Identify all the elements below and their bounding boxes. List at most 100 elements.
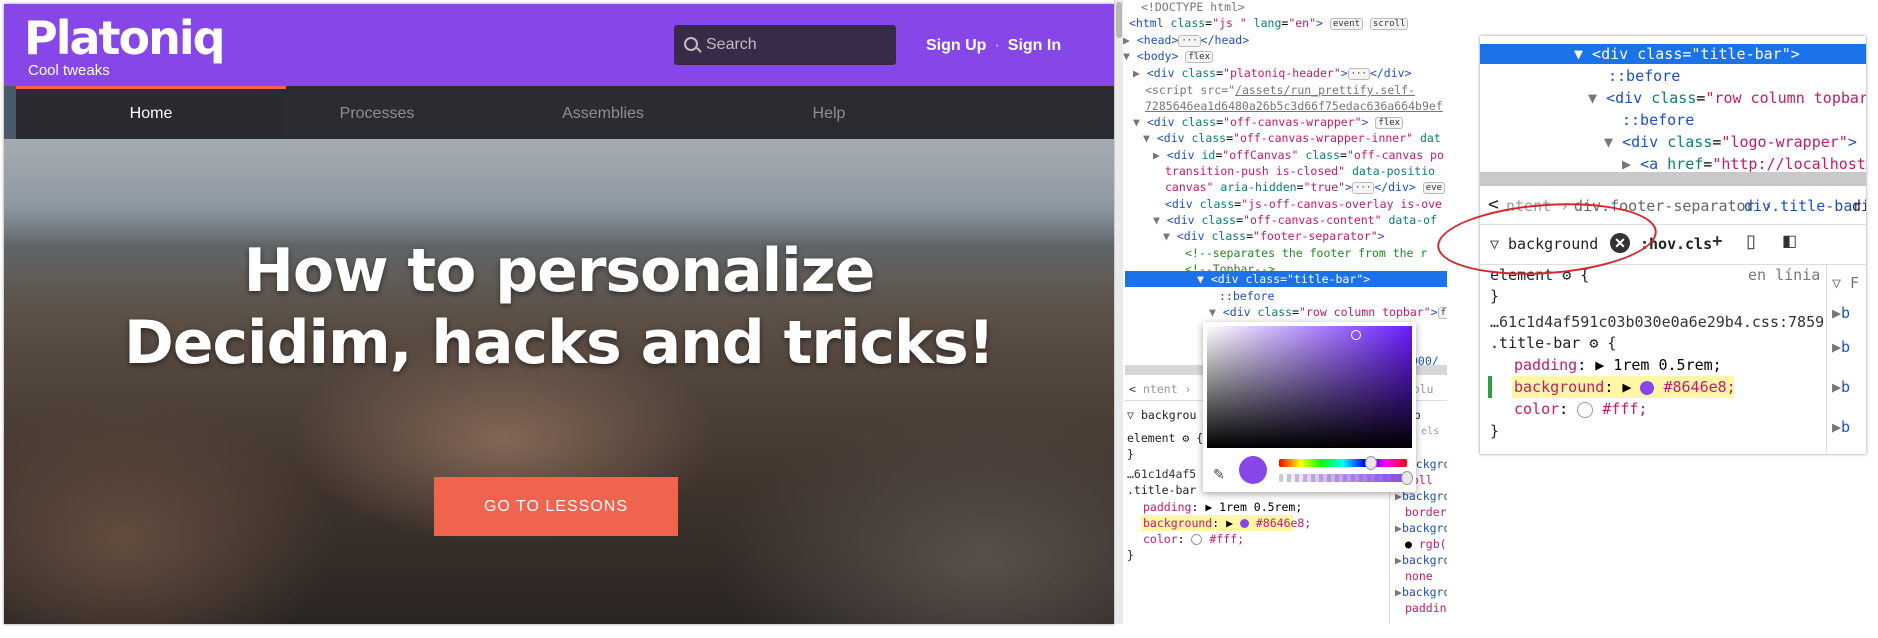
zoom-before-pseudo-2[interactable]: ::before bbox=[1622, 109, 1694, 131]
hero-title: How to personalize Decidim, hacks and tr… bbox=[44, 235, 1074, 379]
dom-script-node[interactable]: <script src="/assets/run_prettify.self- bbox=[1145, 82, 1415, 99]
zoom-css-rule-close: } bbox=[1490, 422, 1500, 440]
css-selector[interactable]: .title-bar bbox=[1127, 482, 1196, 499]
dom-offcanvas-attrs2: canvas" aria-hidden="true"> ··· </div> eve bbox=[1165, 179, 1446, 196]
color-swatch-icon[interactable] bbox=[1239, 519, 1249, 528]
sign-in-link[interactable]: Sign In bbox=[1008, 37, 1061, 54]
dom-overlay-node[interactable]: <div class="js-off-canvas-overlay is-ove bbox=[1165, 196, 1442, 213]
zoom-background-decl[interactable]: background: ▶ #8646e8; bbox=[1514, 376, 1736, 398]
dom-head-node[interactable]: ▶ <head> ··· </head> bbox=[1123, 32, 1249, 49]
dom-content-node[interactable]: ▼ <div class="off-canvas-content" data-o… bbox=[1153, 212, 1437, 229]
main-nav: Home Processes Assemblies Help bbox=[16, 86, 1114, 142]
computed-val-3: ● rgb(2 bbox=[1405, 537, 1447, 551]
dom-offcanvas-attrs: transition-push is-closed" data-positio bbox=[1165, 164, 1436, 178]
zoom-side-prop-4[interactable]: ▶b bbox=[1832, 416, 1850, 438]
computed-val-4: none bbox=[1405, 569, 1433, 583]
css-padding-decl[interactable]: padding: ▶ 1rem 0.5rem; bbox=[1143, 499, 1302, 516]
dom-footer-sep-node[interactable]: ▼ <div class="footer-separator"> bbox=[1163, 228, 1385, 245]
color-cursor[interactable] bbox=[1351, 330, 1361, 340]
white-swatch-icon[interactable] bbox=[1577, 401, 1594, 418]
css-rule-close: } bbox=[1127, 548, 1134, 562]
cls-toggle[interactable]: .cls bbox=[1676, 233, 1712, 255]
zoom-horizontal-scrollbar[interactable] bbox=[1480, 172, 1866, 186]
dom-body-node[interactable]: ▼ <body> flex bbox=[1123, 48, 1214, 65]
nav-tab-help[interactable]: Help bbox=[694, 86, 964, 139]
zoom-title-bar-node[interactable]: ▼ <div class="title-bar"> bbox=[1574, 43, 1800, 65]
alpha-slider-thumb[interactable] bbox=[1401, 471, 1413, 485]
dom-row-node[interactable]: ▼ <div class="row column topbar">fle bbox=[1209, 304, 1447, 321]
auth-separator: · bbox=[994, 37, 1000, 54]
computed-val-2: border- bbox=[1405, 505, 1447, 519]
chevron-left-icon[interactable]: < bbox=[1129, 381, 1136, 398]
dom-before-pseudo[interactable]: ::before bbox=[1219, 288, 1274, 305]
zoom-css-selector[interactable]: .title-bar ⚙ { bbox=[1490, 332, 1616, 354]
scroll-badge[interactable]: scroll bbox=[1369, 17, 1409, 30]
element-rule-close: } bbox=[1127, 447, 1134, 461]
element-rule: element ⚙ { bbox=[1127, 431, 1204, 445]
css-color-decl[interactable]: color: #fff; bbox=[1143, 531, 1244, 548]
computed-val-5: padding bbox=[1405, 601, 1447, 615]
go-to-lessons-button[interactable]: GO TO LESSONS bbox=[434, 477, 678, 536]
search-input[interactable]: Search bbox=[706, 36, 757, 54]
zoom-side-prop-3[interactable]: ▶b bbox=[1832, 376, 1850, 398]
color-swatch-icon[interactable] bbox=[1640, 380, 1655, 395]
search-box[interactable]: Search bbox=[674, 25, 896, 65]
zoom-row-node[interactable]: ▼ <div class="row column topbar bbox=[1588, 87, 1866, 109]
toggle-sidebar-icon[interactable]: ◧ bbox=[1782, 231, 1797, 251]
search-icon bbox=[684, 37, 698, 51]
event-badge[interactable]: event bbox=[1329, 17, 1363, 30]
zoom-element-rule-close: } bbox=[1490, 287, 1500, 305]
hue-slider-thumb[interactable] bbox=[1365, 456, 1377, 470]
dom-header-node[interactable]: ▶ <div class="platoniq-header"> ··· </div> bbox=[1133, 65, 1412, 82]
site-logo[interactable]: Platoniq bbox=[24, 12, 226, 64]
dom-offcanvas-node[interactable]: ▶ <div id="offCanvas" class="off-canvas … bbox=[1153, 147, 1444, 164]
dom-html-node[interactable]: <html class="js " lang="en"> event scrol… bbox=[1129, 15, 1409, 32]
devtools-scrollbar[interactable] bbox=[1115, 0, 1123, 624]
white-swatch-icon[interactable] bbox=[1191, 534, 1203, 545]
dom-title-bar-node[interactable]: ▼ <div class="title-bar"> bbox=[1197, 271, 1370, 288]
zoom-color-decl[interactable]: color: #fff; bbox=[1514, 398, 1647, 420]
changed-marker bbox=[1488, 376, 1492, 398]
breadcrumb-item[interactable]: ntent › bbox=[1143, 381, 1191, 398]
document-icon[interactable]: ▯ bbox=[1746, 231, 1756, 252]
styles-filter-input[interactable]: backgrou bbox=[1141, 407, 1196, 424]
add-rule-icon[interactable]: + bbox=[1712, 231, 1723, 252]
zoom-side-prop-2[interactable]: ▶b bbox=[1832, 336, 1850, 358]
zoom-crumb-3[interactable]: div.title-bar › bbox=[1744, 195, 1866, 217]
hue-slider[interactable] bbox=[1279, 459, 1407, 467]
eyedropper-icon[interactable]: ✎ bbox=[1213, 466, 1225, 483]
zoom-stylesheet-ref[interactable]: …61c1d4af591c03b030e0a6e29b4.css:7859 bbox=[1490, 311, 1824, 333]
hero-title-line1: How to personalize bbox=[243, 236, 876, 306]
filter-icon: ▽ bbox=[1127, 408, 1134, 422]
website-screenshot: Platoniq Cool tweaks Search Sign Up · Sign… bbox=[4, 4, 1114, 624]
saturation-value-area[interactable] bbox=[1207, 326, 1412, 448]
dom-wrapper-node[interactable]: ▼ <div class="off-canvas-wrapper"> flex bbox=[1133, 114, 1404, 131]
hero-overlay bbox=[4, 139, 1114, 624]
css-background-decl[interactable]: background: ▶ #8646e8; bbox=[1143, 515, 1311, 532]
color-picker-popup: ✎ bbox=[1203, 322, 1416, 492]
scrollbar-thumb[interactable] bbox=[1116, 2, 1122, 38]
site-header: Platoniq Cool tweaks Search Sign Up · Sign… bbox=[4, 4, 1114, 86]
site-tagline: Cool tweaks bbox=[28, 62, 110, 79]
dom-doctype: <!DOCTYPE html> bbox=[1141, 0, 1245, 14]
computed-prop-5[interactable]: ▶backgro bbox=[1395, 584, 1447, 601]
computed-prop-3[interactable]: ▶backgro bbox=[1395, 520, 1447, 537]
zoom-side-prop-1[interactable]: ▶b bbox=[1832, 302, 1850, 324]
zoom-crumb-4[interactable]: div bbox=[1852, 195, 1866, 217]
zoom-inline-label: en línia bbox=[1748, 266, 1821, 284]
computed-prop-4[interactable]: ▶backgro bbox=[1395, 552, 1447, 569]
hero-banner: How to personalize Decidim, hacks and tr… bbox=[4, 139, 1114, 624]
zoom-side-icon[interactable]: ▽ F bbox=[1832, 272, 1859, 294]
current-color-swatch bbox=[1239, 456, 1267, 484]
zoom-panel-splitter[interactable] bbox=[1826, 264, 1827, 454]
dom-comment-1: <!--separates the footer from the r bbox=[1185, 246, 1428, 260]
zoom-padding-decl[interactable]: padding: ▶ 1rem 0.5rem; bbox=[1514, 354, 1722, 376]
stylesheet-ref[interactable]: …61c1d4af5 bbox=[1127, 466, 1196, 483]
dom-wrapper-inner-node[interactable]: ▼ <div class="off-canvas-wrapper-inner" … bbox=[1143, 130, 1441, 147]
sign-up-link[interactable]: Sign Up bbox=[926, 37, 986, 54]
zoom-before-pseudo[interactable]: ::before bbox=[1608, 65, 1680, 87]
zoom-logo-wrapper-node[interactable]: ▼ <div class="logo-wrapper"> bbox=[1604, 131, 1857, 153]
dom-script-src: 7285646ea1d6480a26b5c3d66f75edac636a664b… bbox=[1145, 99, 1443, 113]
hero-title-line2: Decidim, hacks and tricks! bbox=[123, 308, 995, 378]
alpha-gradient bbox=[1279, 474, 1407, 482]
